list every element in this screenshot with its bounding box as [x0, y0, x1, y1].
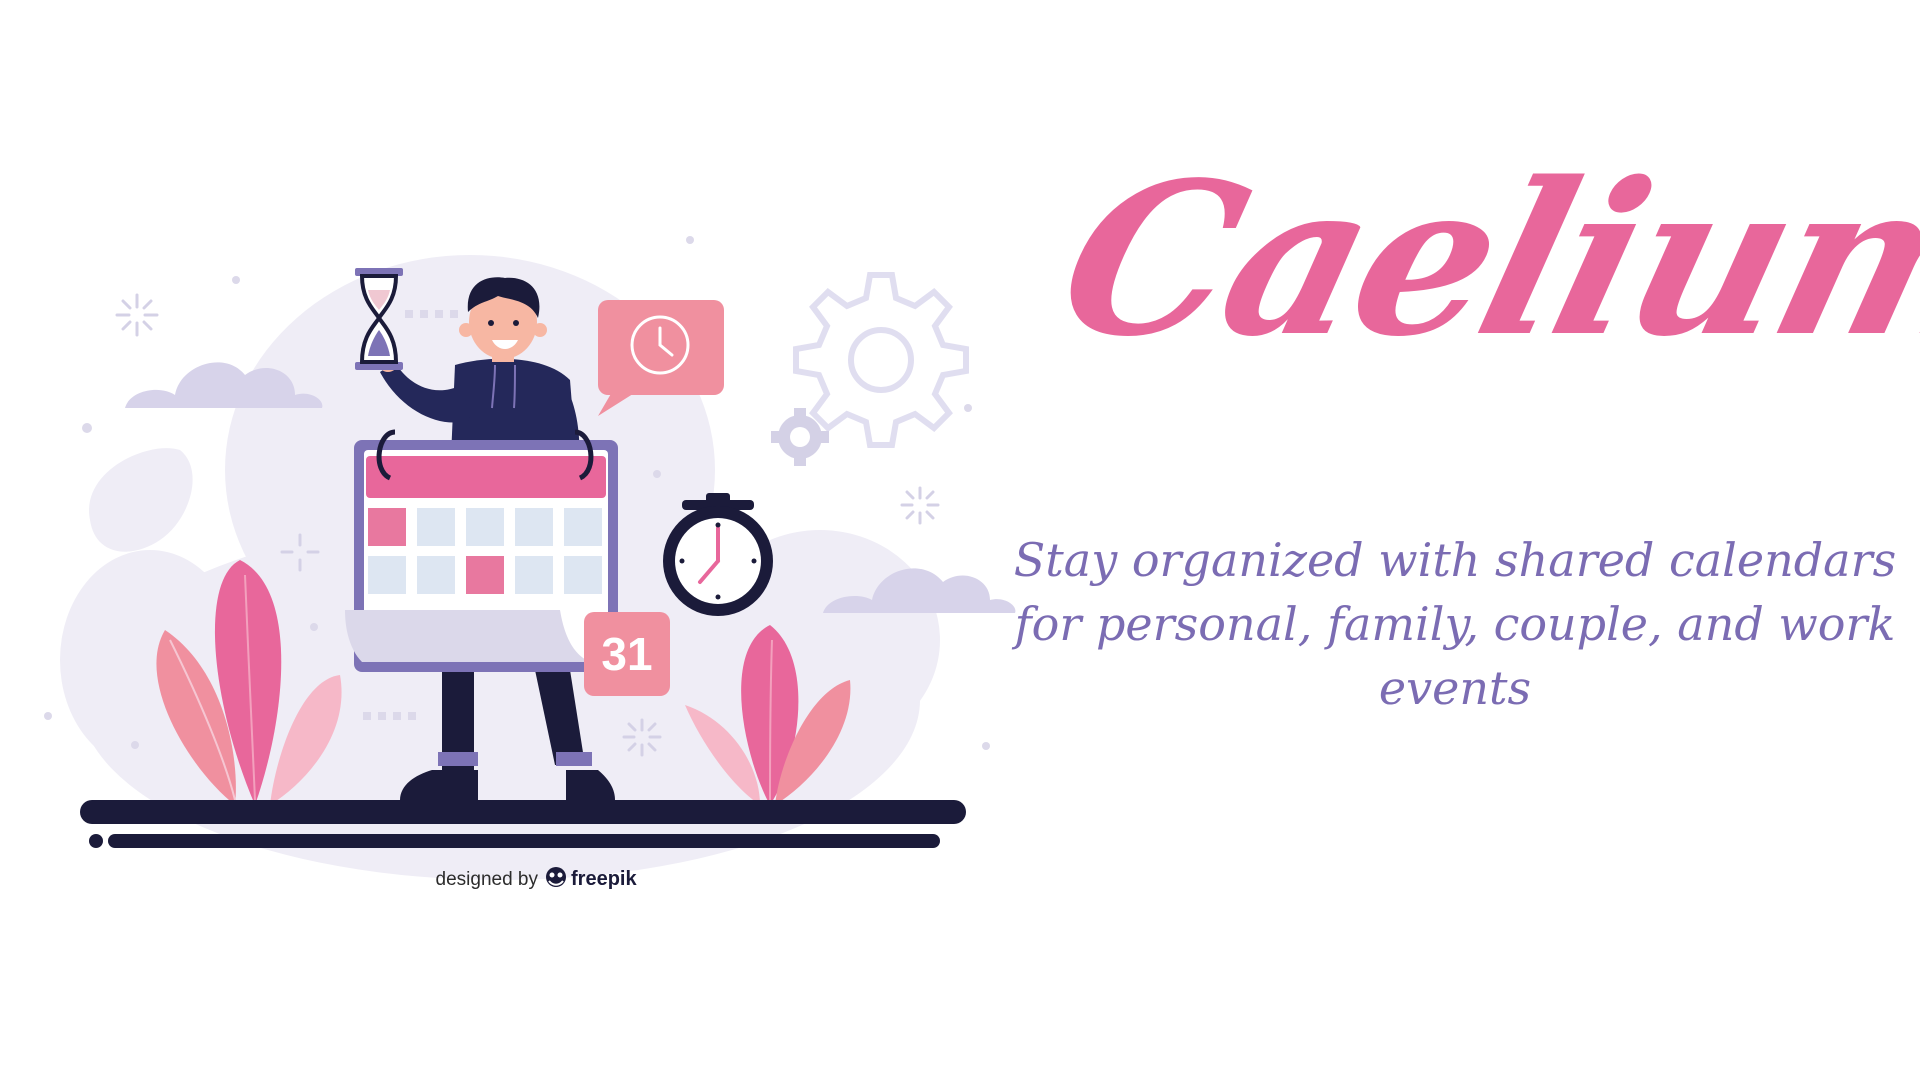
splash-screen: 31 designed by freepik Caelium Stay orga…: [0, 0, 1920, 1080]
svg-text:31: 31: [601, 628, 652, 680]
freepik-logo-icon: [546, 867, 566, 887]
calendar-day-badge: 31: [584, 612, 670, 696]
ground-strip: [80, 800, 966, 848]
app-tagline: Stay organized with shared calendars for…: [1013, 533, 1897, 715]
svg-text:freepik: freepik: [571, 868, 637, 890]
gear-icon: [793, 272, 969, 448]
app-title: Caelium: [1039, 136, 1920, 383]
svg-text:designed by: designed by: [436, 869, 539, 890]
designer-credit: designed by freepik: [436, 867, 637, 890]
calendar-icon: [345, 429, 618, 672]
hero-illustration: 31 designed by freepik: [44, 236, 1016, 890]
